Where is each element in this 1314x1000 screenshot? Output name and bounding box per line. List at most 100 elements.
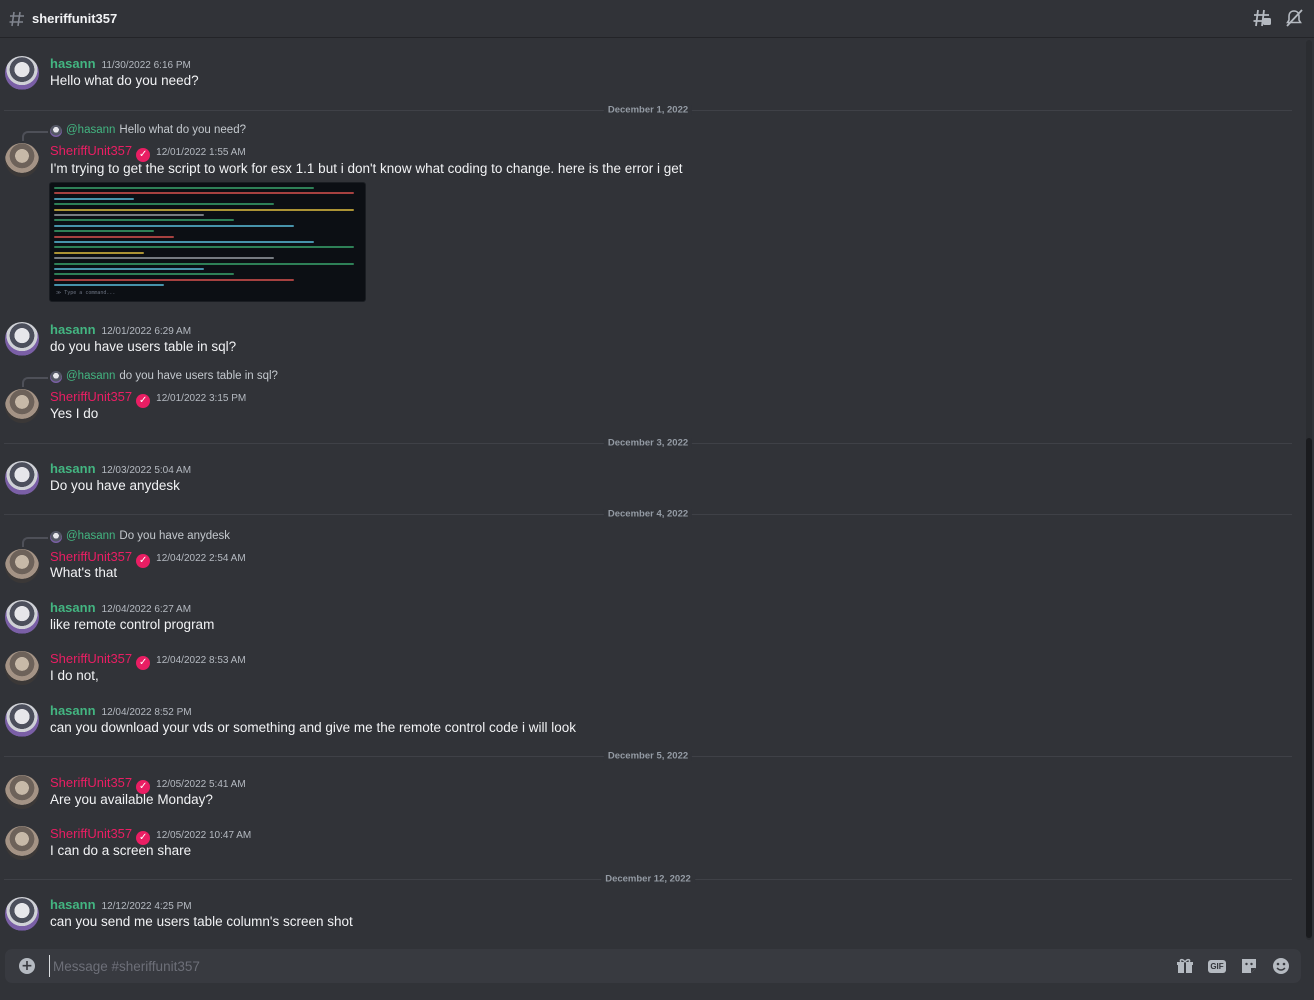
message-text: like remote control program xyxy=(50,617,215,632)
terminal-line xyxy=(54,246,354,249)
terminal-line xyxy=(54,219,234,222)
scrollbar[interactable] xyxy=(1306,40,1312,940)
channel-title: sheriffunit357 xyxy=(32,11,118,26)
gif-label: GIF xyxy=(1208,959,1226,973)
channel-header: sheriffunit357 xyxy=(0,0,1314,38)
reply-author: @hasann xyxy=(66,530,116,542)
author-name[interactable]: hasann xyxy=(50,461,96,476)
reply-avatar xyxy=(50,531,62,543)
date-divider: December 1, 2022 xyxy=(4,104,1292,116)
terminal-prompt: ≫ Type a command... xyxy=(56,290,116,296)
terminal-line xyxy=(54,257,274,260)
scrollbar-thumb[interactable] xyxy=(1306,438,1312,938)
terminal-line xyxy=(54,278,294,281)
author-name[interactable]: SheriffUnit357 xyxy=(50,826,132,841)
avatar[interactable] xyxy=(5,549,39,583)
message-composer: + GIF xyxy=(5,949,1301,983)
verified-badge-icon: ✓ xyxy=(136,554,151,568)
author-name[interactable]: SheriffUnit357 xyxy=(50,549,132,564)
terminal-line xyxy=(54,235,174,238)
terminal-line xyxy=(54,214,204,216)
terminal-line xyxy=(54,284,164,287)
message-text: I do not, xyxy=(50,668,99,683)
threads-icon[interactable] xyxy=(1252,8,1272,28)
terminal-line xyxy=(54,224,294,227)
timestamp: 12/05/2022 5:41 AM xyxy=(156,779,246,790)
author-name[interactable]: SheriffUnit357 xyxy=(50,651,132,666)
timestamp: 12/01/2022 6:29 AM xyxy=(101,326,192,337)
message-text: Are you available Monday? xyxy=(50,792,213,807)
date-divider: December 12, 2022 xyxy=(4,873,1292,885)
date-divider: December 5, 2022 xyxy=(4,750,1292,762)
avatar[interactable] xyxy=(5,826,39,860)
terminal-line xyxy=(54,187,314,189)
reply-text: Hello what do you need? xyxy=(119,124,246,136)
terminal-line xyxy=(54,241,314,243)
author-name[interactable]: hasann xyxy=(50,897,96,912)
image-attachment[interactable]: ≫ Type a command... xyxy=(49,182,366,302)
author-name[interactable]: SheriffUnit357 xyxy=(50,389,132,404)
avatar[interactable] xyxy=(5,600,39,634)
reply-author: @hasann xyxy=(66,124,116,136)
message-text: do you have users table in sql? xyxy=(50,339,237,354)
message-input[interactable] xyxy=(49,955,1149,977)
reply-text: Do you have anydesk xyxy=(119,530,231,542)
message-text: Hello what do you need? xyxy=(50,73,199,88)
message-text: What's that xyxy=(50,565,118,580)
timestamp: 12/03/2022 5:04 AM xyxy=(101,465,192,476)
terminal-line xyxy=(54,208,354,211)
terminal-line xyxy=(54,273,234,276)
reply-author: @hasann xyxy=(66,370,116,382)
add-icon[interactable]: + xyxy=(19,958,35,974)
timestamp: 12/12/2022 4:25 PM xyxy=(101,901,192,912)
avatar[interactable] xyxy=(5,775,39,809)
verified-badge-icon: ✓ xyxy=(136,394,151,408)
verified-badge-icon: ✓ xyxy=(136,656,151,670)
avatar[interactable] xyxy=(5,389,39,423)
terminal-line xyxy=(54,203,274,206)
message-text: I'm trying to get the script to work for… xyxy=(50,161,683,176)
avatar[interactable] xyxy=(5,322,39,356)
timestamp: 12/04/2022 8:53 AM xyxy=(156,655,246,666)
reply-avatar xyxy=(50,125,62,137)
avatar[interactable] xyxy=(5,56,39,90)
author-name[interactable]: hasann xyxy=(50,56,96,71)
author-name[interactable]: hasann xyxy=(50,703,96,718)
date-divider: December 4, 2022 xyxy=(4,508,1292,520)
avatar[interactable] xyxy=(5,897,39,931)
terminal-line xyxy=(54,262,354,265)
message-text: Yes I do xyxy=(50,406,99,421)
avatar[interactable] xyxy=(5,143,39,177)
terminal-line xyxy=(54,197,134,200)
message-text: can you download your vds or something a… xyxy=(50,720,577,735)
timestamp: 12/01/2022 1:55 AM xyxy=(156,147,246,158)
avatar[interactable] xyxy=(5,703,39,737)
timestamp: 12/04/2022 2:54 AM xyxy=(156,553,246,564)
verified-badge-icon: ✓ xyxy=(136,148,151,162)
notification-off-icon[interactable] xyxy=(1284,8,1304,28)
message-text: Do you have anydesk xyxy=(50,478,180,493)
author-name[interactable]: hasann xyxy=(50,322,96,337)
date-divider: December 3, 2022 xyxy=(4,437,1292,449)
author-name[interactable]: hasann xyxy=(50,600,96,615)
terminal-line xyxy=(54,268,204,270)
emoji-icon[interactable] xyxy=(1271,956,1291,976)
sticker-icon[interactable] xyxy=(1239,956,1259,976)
terminal-line xyxy=(54,230,154,233)
timestamp: 11/30/2022 6:16 PM xyxy=(101,60,191,71)
gift-icon[interactable] xyxy=(1175,956,1195,976)
timestamp: 12/01/2022 3:15 PM xyxy=(156,393,247,404)
thread-hash-icon xyxy=(9,11,24,26)
reply-avatar xyxy=(50,371,62,383)
terminal-line xyxy=(54,251,144,254)
gif-icon[interactable]: GIF xyxy=(1207,956,1227,976)
message-list[interactable]: hasann 11/30/2022 6:16 PM Hello what do y… xyxy=(0,38,1306,948)
timestamp: 12/04/2022 8:52 PM xyxy=(101,707,192,718)
terminal-line xyxy=(54,192,354,195)
author-name[interactable]: SheriffUnit357 xyxy=(50,775,132,790)
message-text: I can do a screen share xyxy=(50,843,192,858)
timestamp: 12/05/2022 10:47 AM xyxy=(156,830,252,841)
author-name[interactable]: SheriffUnit357 xyxy=(50,143,132,158)
avatar[interactable] xyxy=(5,651,39,685)
avatar[interactable] xyxy=(5,461,39,495)
